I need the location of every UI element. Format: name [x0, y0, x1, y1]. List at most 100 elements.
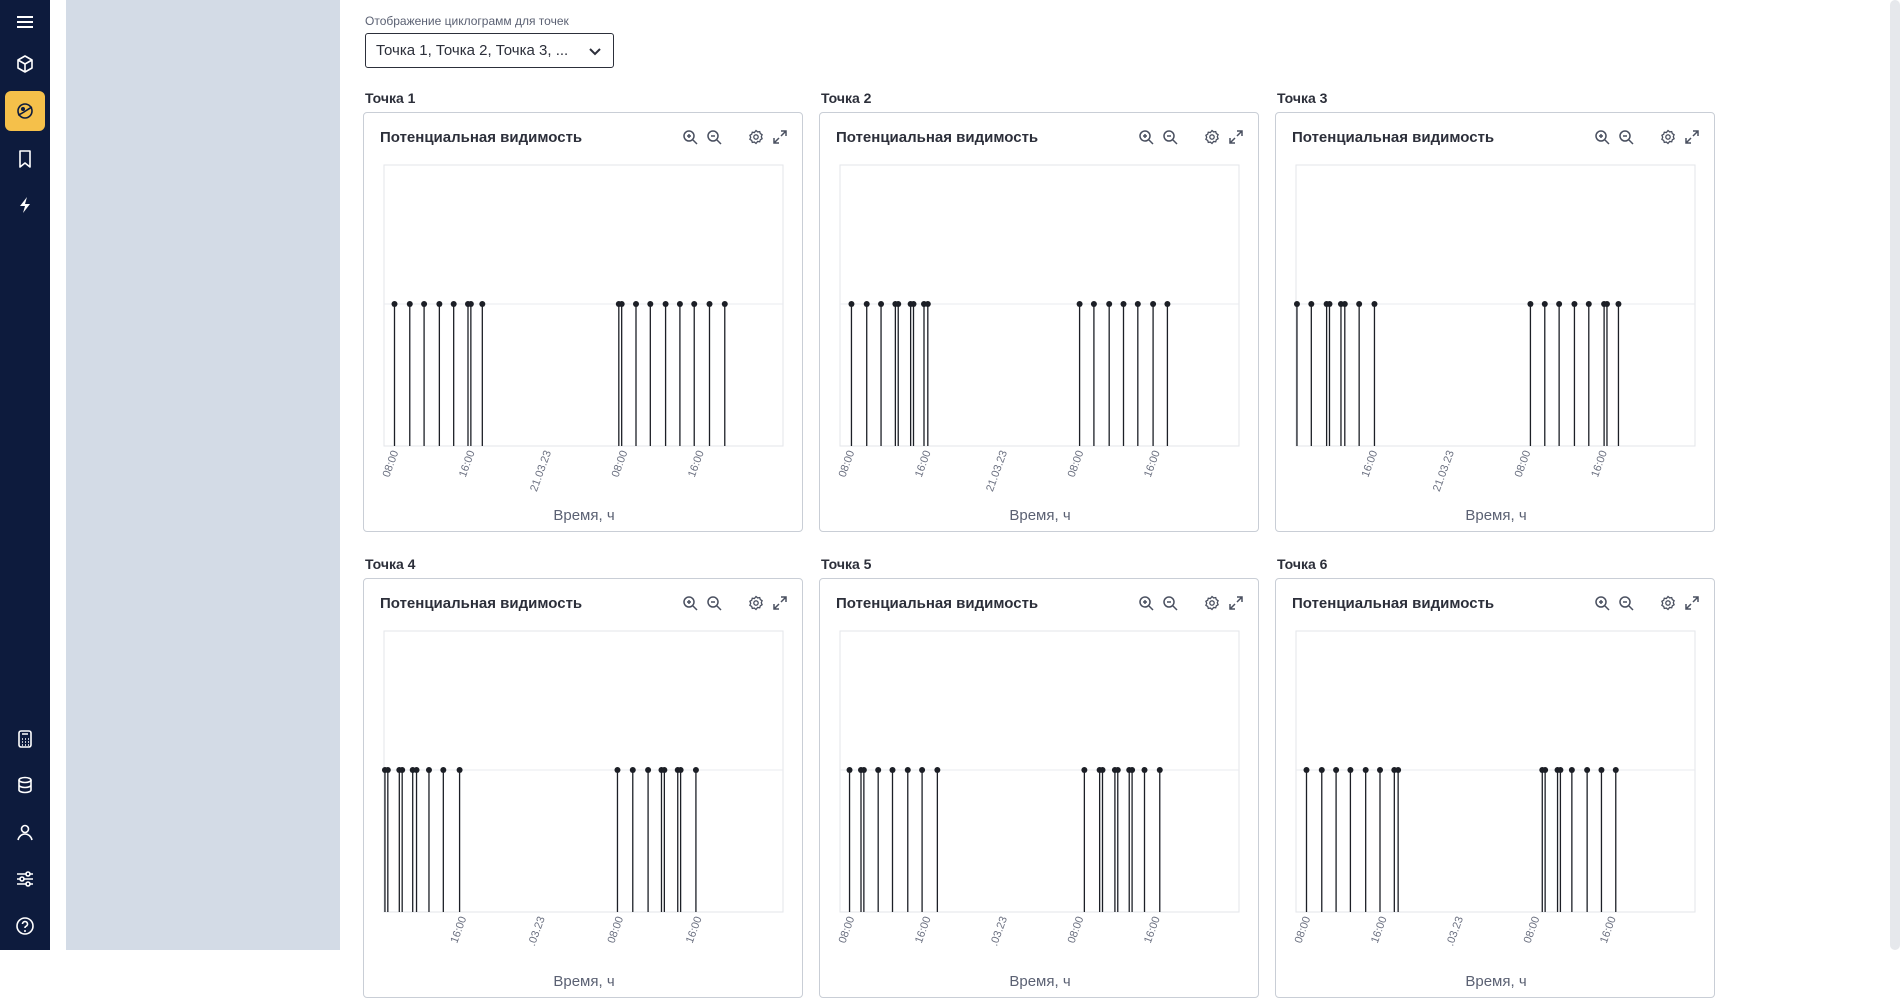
point-title: Точка 6: [1277, 556, 1328, 572]
menu-button[interactable]: [5, 2, 45, 42]
event-point: [1099, 767, 1106, 773]
event-point: [910, 301, 917, 307]
event-point: [391, 301, 398, 307]
event-point: [1527, 301, 1534, 307]
event-point: [1303, 767, 1310, 773]
event-point: [1568, 767, 1575, 773]
chart-card: Потенциальная видимость 08:00 16:00.03.23 0…: [1275, 578, 1715, 998]
point-title: Точка 1: [365, 90, 416, 106]
scrollbar[interactable]: [1887, 0, 1903, 950]
x-axis-label: Время, ч: [1009, 507, 1071, 524]
side-panel: [66, 0, 340, 950]
event-point: [691, 301, 698, 307]
chart-plot[interactable]: 08:00 16:00 .03.23 08:00 16:00: [1276, 579, 1716, 999]
event-point: [399, 767, 406, 773]
selector-label: Отображение циклограмм для точек: [365, 14, 569, 28]
bookmark-icon: [19, 150, 31, 168]
event-point: [1571, 301, 1578, 307]
x-tick-label: 16:00: [684, 915, 705, 945]
event-point: [647, 301, 654, 307]
x-axis-label: Время, ч: [1465, 507, 1527, 524]
event-point: [413, 767, 420, 773]
database-icon: [18, 776, 32, 794]
event-point: [1541, 301, 1548, 307]
event-point: [1356, 301, 1363, 307]
nav-settings[interactable]: [5, 859, 45, 899]
event-point: [1081, 767, 1088, 773]
chart-plot[interactable]: 08:00 16:00 21.03.23 08:00 16:00: [364, 113, 804, 533]
points-select[interactable]: Точка 1, Точка 2, Точка 3, ...: [365, 33, 614, 68]
x-tick-label: 08:00: [837, 915, 858, 945]
point-title: Точка 5: [821, 556, 872, 572]
chart-plot[interactable]: 16:00 .03.23 08:00 16:00: [364, 579, 804, 999]
event-point: [1347, 767, 1354, 773]
chart-card: Потенциальная видимость 08:00 16:00.03.23 0…: [819, 578, 1259, 998]
event-point: [614, 767, 621, 773]
x-tick-label: 16:00: [913, 449, 934, 479]
x-axis-label: Время, ч: [553, 973, 615, 990]
calculator-icon: [18, 730, 32, 748]
event-point: [848, 301, 855, 307]
event-point: [1141, 767, 1148, 773]
x-tick-label: 16:00: [1360, 449, 1381, 479]
event-point: [440, 767, 447, 773]
event-point: [629, 767, 636, 773]
scrollbar-track[interactable]: [1890, 0, 1900, 950]
chart-plot[interactable]: 16:00 21.03.23 08:00 16:00: [1276, 113, 1716, 533]
nav-help[interactable]: [5, 906, 45, 946]
event-point: [479, 301, 486, 307]
nav-orbit[interactable]: [5, 91, 45, 131]
event-point: [1371, 301, 1378, 307]
nav-cube[interactable]: [5, 44, 45, 84]
chart-card: Потенциальная видимость 16:00.03.23 08:00 1…: [363, 578, 803, 998]
point-title: Точка 4: [365, 556, 416, 572]
x-tick-label: 16:00: [1598, 915, 1619, 945]
points-select-value: Точка 1, Точка 2, Точка 3, ...: [376, 42, 569, 59]
point-title: Точка 2: [821, 90, 872, 106]
event-point: [384, 767, 391, 773]
event-point: [1584, 767, 1591, 773]
cube-icon: [17, 55, 33, 73]
event-point: [425, 767, 432, 773]
event-point: [1612, 767, 1619, 773]
x-tick-label: 16:00: [1369, 915, 1390, 945]
chart-plot[interactable]: 08:00 16:00 21.03.23 08:00 16:00: [820, 113, 1260, 533]
x-tick-label: 08:00: [1066, 915, 1087, 945]
nav-user[interactable]: [5, 812, 45, 852]
event-point: [1114, 767, 1121, 773]
event-point: [1120, 301, 1127, 307]
event-point: [1156, 767, 1163, 773]
x-tick-label: 16:00: [457, 449, 478, 479]
menu-icon: [17, 16, 33, 28]
event-point: [1134, 301, 1141, 307]
event-point: [1333, 767, 1340, 773]
x-axis-label: Время, ч: [1465, 973, 1527, 990]
x-tick-label: 21.03.23: [1431, 449, 1457, 493]
lightning-icon: [20, 197, 30, 213]
event-point: [1556, 301, 1563, 307]
nav-database[interactable]: [5, 765, 45, 805]
plot-frame: [1295, 164, 1696, 447]
event-point: [1598, 767, 1605, 773]
event-point: [661, 767, 668, 773]
event-point: [895, 301, 902, 307]
event-point: [1341, 301, 1348, 307]
x-tick-label: 16:00: [1589, 449, 1610, 479]
nav-calculator[interactable]: [5, 719, 45, 759]
x-axis-label: Время, ч: [1009, 973, 1071, 990]
event-point: [421, 301, 428, 307]
chart-plot[interactable]: 08:00 16:00 .03.23 08:00 16:00: [820, 579, 1260, 999]
event-point: [1293, 301, 1300, 307]
event-point: [721, 301, 728, 307]
event-point: [1395, 767, 1402, 773]
orbit-icon: [17, 103, 33, 119]
event-point: [1362, 767, 1369, 773]
event-point: [1557, 767, 1564, 773]
nav-bookmarks[interactable]: [5, 139, 45, 179]
user-icon: [17, 824, 33, 841]
x-tick-label: .03.23: [1444, 915, 1466, 948]
x-tick-label: 08:00: [837, 449, 858, 479]
x-tick-label: 21.03.23: [528, 449, 554, 493]
event-point: [1603, 301, 1610, 307]
nav-lightning[interactable]: [5, 185, 45, 225]
